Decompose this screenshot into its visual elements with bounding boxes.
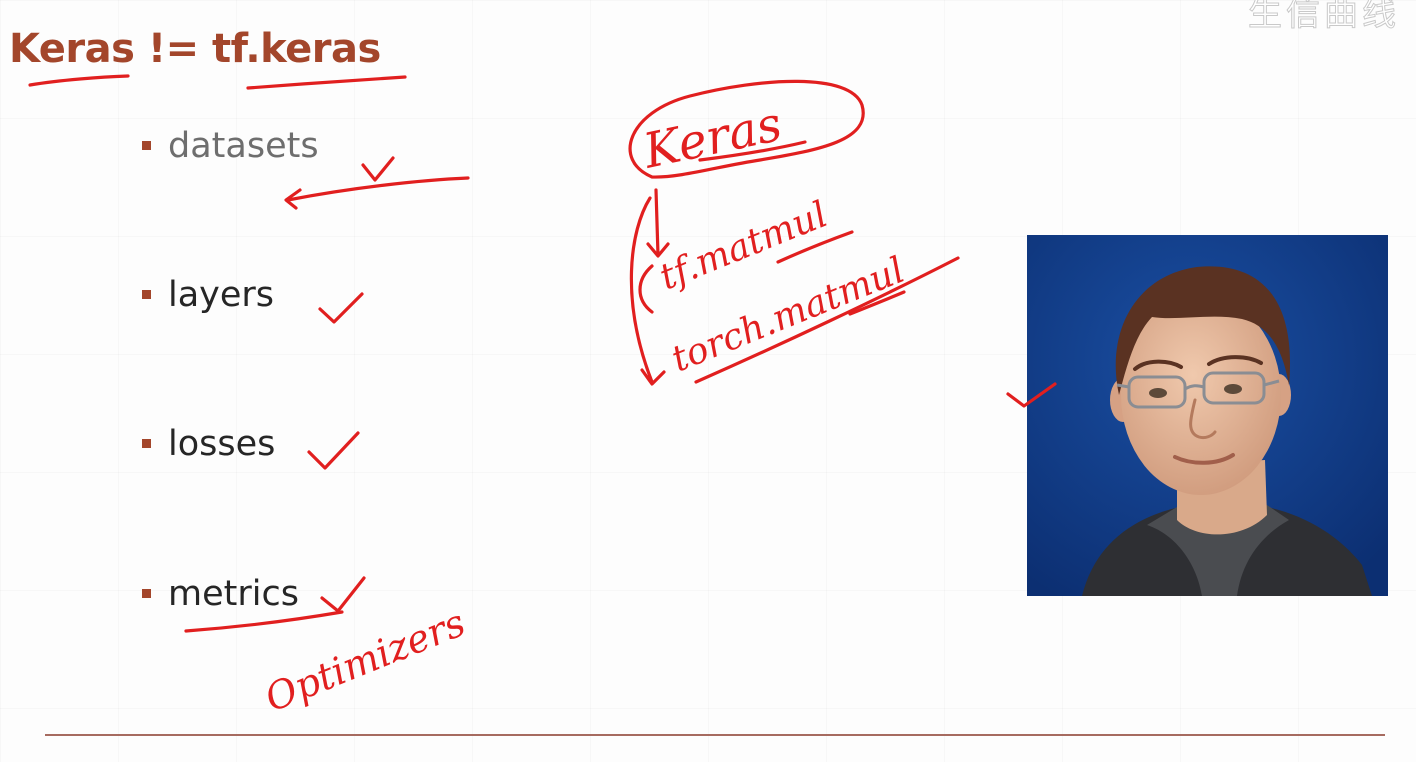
underline-torch-matmul-short	[848, 290, 906, 316]
bullet-label: layers	[168, 275, 275, 315]
check-datasets	[361, 156, 395, 182]
keras-underline	[698, 140, 807, 162]
check-metrics	[320, 576, 366, 613]
bullet-label: losses	[168, 424, 276, 464]
portrait-photo	[1027, 235, 1388, 596]
arrow-line-datasets	[284, 176, 470, 210]
slide-title: Keras != tf.keras	[9, 26, 381, 72]
check-losses	[307, 431, 360, 470]
bullet-label: metrics	[168, 574, 299, 614]
left-brace	[629, 196, 666, 386]
check-layers	[318, 292, 364, 324]
underline-torch-matmul	[694, 256, 960, 384]
slide: 生信曲线 Keras != tf.keras datasets layers l…	[0, 0, 1416, 762]
bullet-marker	[142, 589, 151, 598]
handwritten-torch-matmul: torch.matmul	[666, 250, 910, 381]
handwritten-tf-matmul: tf.matmul	[654, 194, 833, 298]
footer-rule	[45, 734, 1385, 736]
keras-oval	[628, 79, 865, 179]
handwritten-keras: Keras	[638, 96, 787, 180]
bullet-label: datasets	[168, 126, 319, 166]
title-underline-keras	[28, 74, 130, 87]
arrow-to-tf-matmul	[646, 188, 670, 258]
watermark: 生信曲线	[1248, 0, 1400, 35]
underline-tf-matmul	[776, 230, 854, 264]
small-brace	[638, 264, 654, 314]
bullet-marker	[142, 439, 151, 448]
handwritten-optimizers: Optimizers	[259, 600, 471, 720]
title-underline-tf-keras	[246, 75, 407, 90]
bullet-marker	[142, 141, 151, 150]
bullet-marker	[142, 290, 151, 299]
